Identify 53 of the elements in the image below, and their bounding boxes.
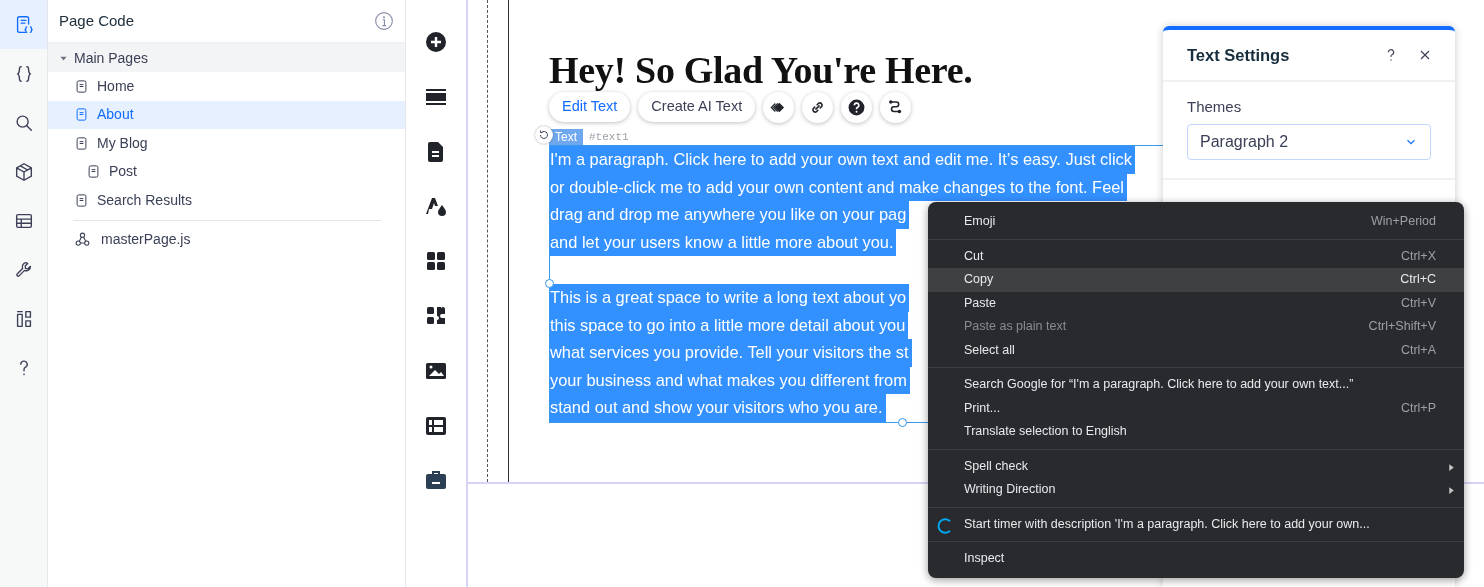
resize-handle[interactable]: [545, 279, 554, 288]
add-icon[interactable]: [424, 30, 448, 54]
shortcut-text: Ctrl+C: [1400, 271, 1436, 289]
menu-item[interactable]: Writing Direction: [928, 478, 1464, 502]
link-button[interactable]: [802, 92, 834, 123]
field-label: Themes: [1187, 97, 1243, 117]
file-item[interactable]: masterPage.js: [48, 225, 405, 254]
page-icon: [74, 192, 89, 208]
page-icon: [74, 107, 89, 123]
page-item[interactable]: Home: [48, 72, 405, 101]
shortcut-text: Win+Period: [1371, 213, 1436, 231]
connector-button[interactable]: [880, 92, 912, 123]
shortcut-text: Ctrl+A: [1400, 341, 1436, 359]
nodes-icon: [74, 231, 91, 249]
toolbar-button[interactable]: Edit Text: [549, 92, 631, 122]
page-item[interactable]: My Blog: [48, 129, 405, 158]
page-icon: [74, 78, 89, 94]
page-item[interactable]: About: [48, 100, 405, 129]
page-item[interactable]: Post: [48, 157, 405, 186]
shortcut-text: Ctrl+Shift+V: [1368, 318, 1436, 336]
element-tag: Text: [549, 129, 583, 145]
theme-dropdown[interactable]: Paragraph 2: [1187, 123, 1431, 160]
section-label: Main Pages: [74, 48, 148, 68]
menu-item[interactable]: Paste Ctrl+V: [928, 291, 1464, 315]
page-icon: [74, 135, 89, 151]
help-icon: [847, 98, 867, 117]
menu-item[interactable]: Select all Ctrl+A: [928, 338, 1464, 362]
menu-item[interactable]: Copy Ctrl+C: [928, 268, 1464, 292]
shortcut-text: Ctrl+X: [1400, 247, 1436, 265]
toolbar-button[interactable]: Create AI Text: [638, 92, 756, 122]
page-icon: [86, 164, 101, 180]
menu-item[interactable]: Print... Ctrl+P: [928, 396, 1464, 420]
element-id: #text1: [589, 129, 629, 145]
tree-section[interactable]: Main Pages: [48, 44, 405, 72]
panel-title: Text Settings: [1187, 44, 1291, 66]
page-heading: Hey! So Glad You're Here.: [549, 50, 973, 90]
help-button[interactable]: [841, 92, 873, 123]
menu-item[interactable]: Search Google for “I'm a paragraph. Click here to add your own text...”: [928, 373, 1464, 397]
rotate-icon: [538, 129, 550, 141]
shortcut-text: Ctrl+P: [1400, 399, 1436, 417]
menu-item[interactable]: Spell check: [928, 454, 1464, 478]
shortcut-text: Ctrl+V: [1400, 294, 1436, 312]
animation-button[interactable]: [763, 92, 795, 123]
rotate-handle[interactable]: [535, 126, 553, 144]
menu-item[interactable]: Start timer with description 'I'm a paragraph. Click here to add your own...: [928, 512, 1464, 536]
panel-title: Page Code: [59, 10, 135, 31]
page-item[interactable]: Search Results: [48, 186, 405, 215]
menu-item[interactable]: Inspect: [928, 547, 1464, 571]
menu-item[interactable]: Cut Ctrl+X: [928, 244, 1464, 268]
resize-handle[interactable]: [898, 417, 907, 427]
menu-item[interactable]: Emoji Win+Period: [928, 210, 1464, 234]
menu-item[interactable]: Translate selection to English: [928, 420, 1464, 444]
info-icon[interactable]: [374, 11, 394, 31]
